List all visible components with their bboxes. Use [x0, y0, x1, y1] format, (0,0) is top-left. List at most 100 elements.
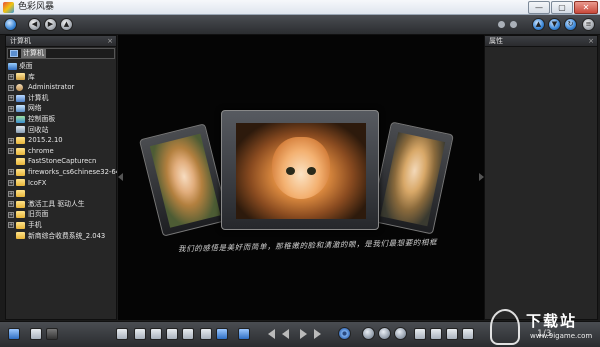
- close-icon[interactable]: ×: [588, 36, 594, 47]
- print-button[interactable]: [46, 328, 58, 340]
- minimize-button[interactable]: —: [528, 1, 550, 14]
- photo-frame-left[interactable]: [138, 123, 230, 237]
- folder-icon: [16, 189, 25, 197]
- actual-size-icon[interactable]: [378, 327, 391, 340]
- fullscreen-button[interactable]: [166, 328, 178, 340]
- tree-item-label: chrome: [28, 146, 54, 155]
- expand-icon[interactable]: +: [8, 137, 14, 144]
- tree-item[interactable]: + 激活工具 驱动人生: [7, 199, 117, 210]
- previous-image-button[interactable]: ▲: [532, 18, 545, 31]
- options-menu-button[interactable]: ≡: [582, 18, 595, 31]
- tree-item[interactable]: FastStoneCapturecn: [7, 156, 117, 167]
- flip-button[interactable]: [446, 328, 458, 340]
- expand-icon[interactable]: +: [8, 105, 14, 112]
- previous-image-icon[interactable]: [282, 329, 289, 339]
- expand-icon[interactable]: +: [8, 201, 14, 208]
- back-button[interactable]: ◀: [28, 18, 41, 31]
- settings-gear-icon[interactable]: [338, 327, 351, 340]
- properties-panel: 属性 ×: [484, 35, 598, 320]
- expand-icon[interactable]: +: [8, 84, 14, 91]
- window-title: 色彩风暴: [18, 2, 55, 12]
- tree-item-label: 网络: [28, 104, 42, 113]
- zoom-out-icon[interactable]: [362, 327, 375, 340]
- app-window: 色彩风暴 — ▢ ✕ ◀ ▶ ▲ ▲ ▼ ↻ ≡ 计算机 × 计算机 桌面 + …: [0, 0, 600, 347]
- rotate-right-button[interactable]: [430, 328, 442, 340]
- tree-item[interactable]: + IcoFX: [7, 178, 117, 189]
- kitten-face: [272, 137, 330, 199]
- desk-icon: [8, 62, 17, 70]
- tree-item[interactable]: + 旧页面: [7, 209, 117, 220]
- site-watermark: 下载站 www.9igame.com: [488, 307, 600, 347]
- expand-icon[interactable]: +: [8, 222, 14, 229]
- edit-button[interactable]: [216, 328, 228, 340]
- expand-icon[interactable]: +: [8, 148, 14, 155]
- tree-item[interactable]: + Administrator: [7, 82, 117, 93]
- tree-item-label: FastStoneCapturecn: [28, 157, 97, 166]
- user-icon: [16, 83, 23, 91]
- net-icon: [16, 105, 25, 113]
- rotate-button[interactable]: ↻: [564, 18, 577, 31]
- tree-item[interactable]: 新商综合收费系统_2.043: [7, 231, 117, 242]
- save-button[interactable]: [30, 328, 42, 340]
- close-icon[interactable]: ×: [107, 36, 113, 47]
- bin-icon: [16, 126, 25, 134]
- pc-icon: [16, 94, 25, 102]
- tree-item[interactable]: + 手机: [7, 220, 117, 231]
- tree-item-label: 桌面: [19, 62, 33, 70]
- dot-icon[interactable]: [498, 21, 505, 28]
- expand-icon[interactable]: +: [8, 180, 14, 187]
- expand-icon[interactable]: +: [8, 116, 14, 123]
- expand-icon[interactable]: +: [8, 95, 14, 102]
- watermark-url: www.9igame.com: [530, 332, 593, 340]
- folder-icon: [16, 158, 25, 166]
- open-folder-button[interactable]: [8, 328, 20, 340]
- forward-button[interactable]: ▶: [44, 18, 57, 31]
- fit-window-button[interactable]: [182, 328, 194, 340]
- folder-icon: [16, 136, 25, 144]
- next-image-button[interactable]: ▼: [548, 18, 561, 31]
- expand-icon[interactable]: +: [8, 211, 14, 218]
- expand-icon[interactable]: +: [8, 169, 14, 176]
- tree-item[interactable]: 回收站: [7, 125, 117, 136]
- tree-item[interactable]: +2015.2.10: [7, 135, 117, 146]
- folder-icon: [16, 168, 25, 176]
- tree-item[interactable]: +: [7, 188, 117, 199]
- app-menu-orb-icon[interactable]: [4, 18, 17, 31]
- expand-icon[interactable]: +: [8, 74, 14, 81]
- first-image-icon[interactable]: [268, 329, 275, 339]
- tree-item-label: Administrator: [28, 83, 75, 92]
- address-bar[interactable]: 计算机: [7, 48, 115, 59]
- rotate-icon: ↻: [567, 20, 574, 28]
- tree-item-label: 新商综合收费系统_2.043: [28, 231, 106, 240]
- tree-item[interactable]: + 库: [7, 72, 117, 83]
- tree-item[interactable]: + 网络: [7, 103, 117, 114]
- tree-item[interactable]: 桌面: [7, 61, 117, 72]
- zoom-in-icon[interactable]: [394, 327, 407, 340]
- folder-icon: [16, 200, 25, 208]
- folder-icon: [16, 232, 25, 240]
- next-image-icon[interactable]: [300, 329, 307, 339]
- rotate-left-button[interactable]: [414, 328, 426, 340]
- export-button[interactable]: [238, 328, 250, 340]
- maximize-button[interactable]: ▢: [551, 1, 573, 14]
- tree-item[interactable]: + chrome: [7, 146, 117, 157]
- grid-view-button[interactable]: [134, 328, 146, 340]
- tree-item[interactable]: + 计算机: [7, 93, 117, 104]
- dot-icon[interactable]: [510, 21, 517, 28]
- last-image-icon[interactable]: [314, 329, 321, 339]
- slideshow-button[interactable]: [150, 328, 162, 340]
- photo-frame-right[interactable]: [370, 121, 454, 235]
- up-button[interactable]: ▲: [60, 18, 73, 31]
- photo-frame-center[interactable]: [221, 110, 379, 230]
- scroll-left-arrow-icon[interactable]: [118, 173, 123, 181]
- tree-item-label: 回收站: [28, 125, 49, 134]
- close-button[interactable]: ✕: [574, 1, 598, 14]
- thumbnails-button[interactable]: [116, 328, 128, 340]
- info-button[interactable]: [462, 328, 474, 340]
- expand-icon[interactable]: +: [8, 190, 14, 197]
- tree-item[interactable]: + fireworks_cs6chinese32-64B: [7, 167, 117, 178]
- tree-item[interactable]: + 控制面板: [7, 114, 117, 125]
- image-button[interactable]: [200, 328, 212, 340]
- up-arrow-icon: ▲: [63, 20, 70, 28]
- image-viewer[interactable]: 我们的感悟是美好而简单，那稚嫩的脸和清澈的眼，是我们最想要的相框: [118, 35, 484, 320]
